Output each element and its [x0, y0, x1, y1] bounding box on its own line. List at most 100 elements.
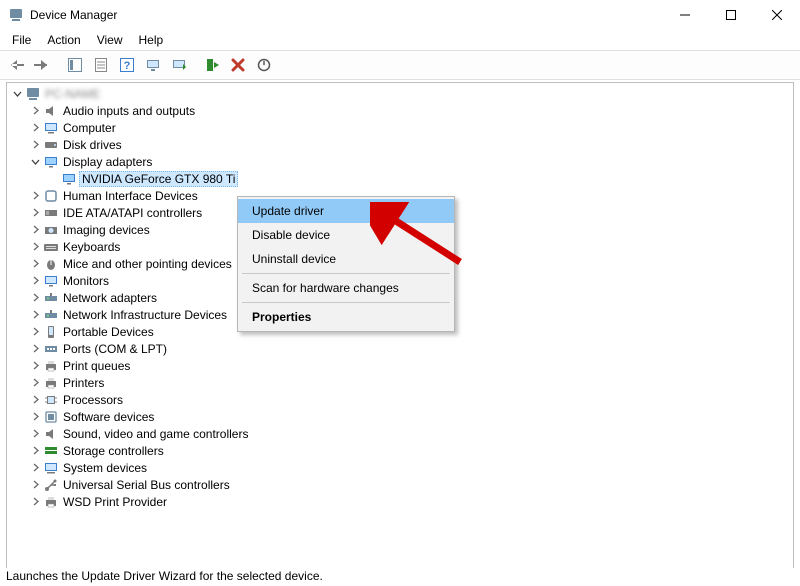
- scan-hardware-toolbar-button[interactable]: [141, 53, 165, 77]
- tree-category-node[interactable]: Storage controllers: [29, 442, 793, 459]
- show-hide-console-button[interactable]: [63, 53, 87, 77]
- tree-category-label: Imaging devices: [61, 223, 152, 237]
- divider: [0, 79, 800, 80]
- chevron-right-icon[interactable]: [29, 207, 41, 219]
- tree-category-node[interactable]: Computer: [29, 119, 793, 136]
- chevron-right-icon[interactable]: [29, 224, 41, 236]
- display-icon: [61, 171, 77, 187]
- cpu-icon: [43, 392, 59, 408]
- network-icon: [43, 290, 59, 306]
- chevron-right-icon[interactable]: [29, 479, 41, 491]
- chevron-right-icon[interactable]: [29, 377, 41, 389]
- context-menu-item[interactable]: Disable device: [238, 223, 454, 247]
- printer-icon: [43, 358, 59, 374]
- display-icon: [43, 154, 59, 170]
- chevron-right-icon[interactable]: [29, 275, 41, 287]
- tree-category-node[interactable]: Printers: [29, 374, 793, 391]
- chevron-right-icon[interactable]: [29, 241, 41, 253]
- tree-category-node[interactable]: WSD Print Provider: [29, 493, 793, 510]
- printer-icon: [43, 375, 59, 391]
- tree-category-label: Processors: [61, 393, 125, 407]
- window-title: Device Manager: [30, 8, 117, 22]
- tree-category-label: Human Interface Devices: [61, 189, 200, 203]
- chevron-down-icon[interactable]: [11, 88, 23, 100]
- forward-button[interactable]: [30, 53, 54, 77]
- menu-file[interactable]: File: [4, 31, 39, 49]
- app-icon: [8, 7, 24, 23]
- tree-category-node[interactable]: Processors: [29, 391, 793, 408]
- tree-category-label: Universal Serial Bus controllers: [61, 478, 232, 492]
- chevron-right-icon[interactable]: [29, 309, 41, 321]
- menu-view[interactable]: View: [89, 31, 131, 49]
- chevron-right-icon[interactable]: [29, 292, 41, 304]
- chevron-right-icon[interactable]: [29, 343, 41, 355]
- tree-device-label: NVIDIA GeForce GTX 980 Ti: [79, 171, 238, 187]
- computer-icon: [43, 120, 59, 136]
- tree-category-label: Sound, video and game controllers: [61, 427, 250, 441]
- help-toolbar-button[interactable]: ?: [115, 53, 139, 77]
- tree-category-label: System devices: [61, 461, 149, 475]
- close-button[interactable]: [754, 0, 800, 30]
- portable-icon: [43, 324, 59, 340]
- tree-root-label: PC-NAME: [43, 87, 102, 101]
- tree-category-label: Computer: [61, 121, 118, 135]
- storage-icon: [43, 443, 59, 459]
- menubar: File Action View Help: [0, 30, 800, 50]
- disable-device-button[interactable]: [252, 53, 276, 77]
- tree-category-node[interactable]: Disk drives: [29, 136, 793, 153]
- back-button[interactable]: [4, 53, 28, 77]
- enable-device-button[interactable]: [200, 53, 224, 77]
- monitor-icon: [43, 273, 59, 289]
- menu-action[interactable]: Action: [39, 31, 88, 49]
- audio-icon: [43, 426, 59, 442]
- uninstall-device-button[interactable]: [226, 53, 250, 77]
- properties-toolbar-button[interactable]: [89, 53, 113, 77]
- menu-help[interactable]: Help: [131, 31, 172, 49]
- context-menu-item[interactable]: Scan for hardware changes: [238, 276, 454, 300]
- tree-category-node[interactable]: System devices: [29, 459, 793, 476]
- tree-category-node[interactable]: Software devices: [29, 408, 793, 425]
- statusbar-text: Launches the Update Driver Wizard for th…: [6, 569, 323, 583]
- tree-category-node[interactable]: Universal Serial Bus controllers: [29, 476, 793, 493]
- usb-icon: [43, 477, 59, 493]
- chevron-right-icon[interactable]: [29, 496, 41, 508]
- tree-root-node[interactable]: PC-NAME: [11, 85, 793, 102]
- tree-category-label: Display adapters: [61, 155, 154, 169]
- context-menu-item[interactable]: Update driver: [238, 199, 454, 223]
- tree-category-node[interactable]: Ports (COM & LPT): [29, 340, 793, 357]
- maximize-button[interactable]: [708, 0, 754, 30]
- tree-category-label: IDE ATA/ATAPI controllers: [61, 206, 204, 220]
- chevron-right-icon[interactable]: [29, 326, 41, 338]
- chevron-right-icon[interactable]: [29, 105, 41, 117]
- chevron-right-icon[interactable]: [29, 122, 41, 134]
- chevron-right-icon[interactable]: [29, 445, 41, 457]
- disk-icon: [43, 137, 59, 153]
- tree-category-node[interactable]: Audio inputs and outputs: [29, 102, 793, 119]
- chevron-right-icon[interactable]: [29, 139, 41, 151]
- chevron-right-icon[interactable]: [29, 394, 41, 406]
- ide-icon: [43, 205, 59, 221]
- chevron-right-icon[interactable]: [29, 190, 41, 202]
- chevron-down-icon[interactable]: [29, 156, 41, 168]
- chevron-right-icon[interactable]: [29, 360, 41, 372]
- chevron-right-icon[interactable]: [29, 258, 41, 270]
- tree-device-node[interactable]: NVIDIA GeForce GTX 980 Ti: [47, 170, 793, 187]
- computer-icon: [25, 86, 41, 102]
- tree-category-node[interactable]: Print queues: [29, 357, 793, 374]
- update-driver-toolbar-button[interactable]: [167, 53, 191, 77]
- audio-icon: [43, 103, 59, 119]
- titlebar: Device Manager: [0, 0, 800, 30]
- tree-category-label: Network adapters: [61, 291, 159, 305]
- minimize-button[interactable]: [662, 0, 708, 30]
- tree-category-label: Storage controllers: [61, 444, 166, 458]
- chevron-right-icon[interactable]: [29, 411, 41, 423]
- context-menu-item[interactable]: Uninstall device: [238, 247, 454, 271]
- chevron-right-icon[interactable]: [29, 462, 41, 474]
- chevron-right-icon[interactable]: [29, 428, 41, 440]
- tree-category-label: Mice and other pointing devices: [61, 257, 234, 271]
- tree-category-node[interactable]: Display adapters: [29, 153, 793, 170]
- imaging-icon: [43, 222, 59, 238]
- tree-category-label: Printers: [61, 376, 106, 390]
- tree-category-node[interactable]: Sound, video and game controllers: [29, 425, 793, 442]
- context-menu-item[interactable]: Properties: [238, 305, 454, 329]
